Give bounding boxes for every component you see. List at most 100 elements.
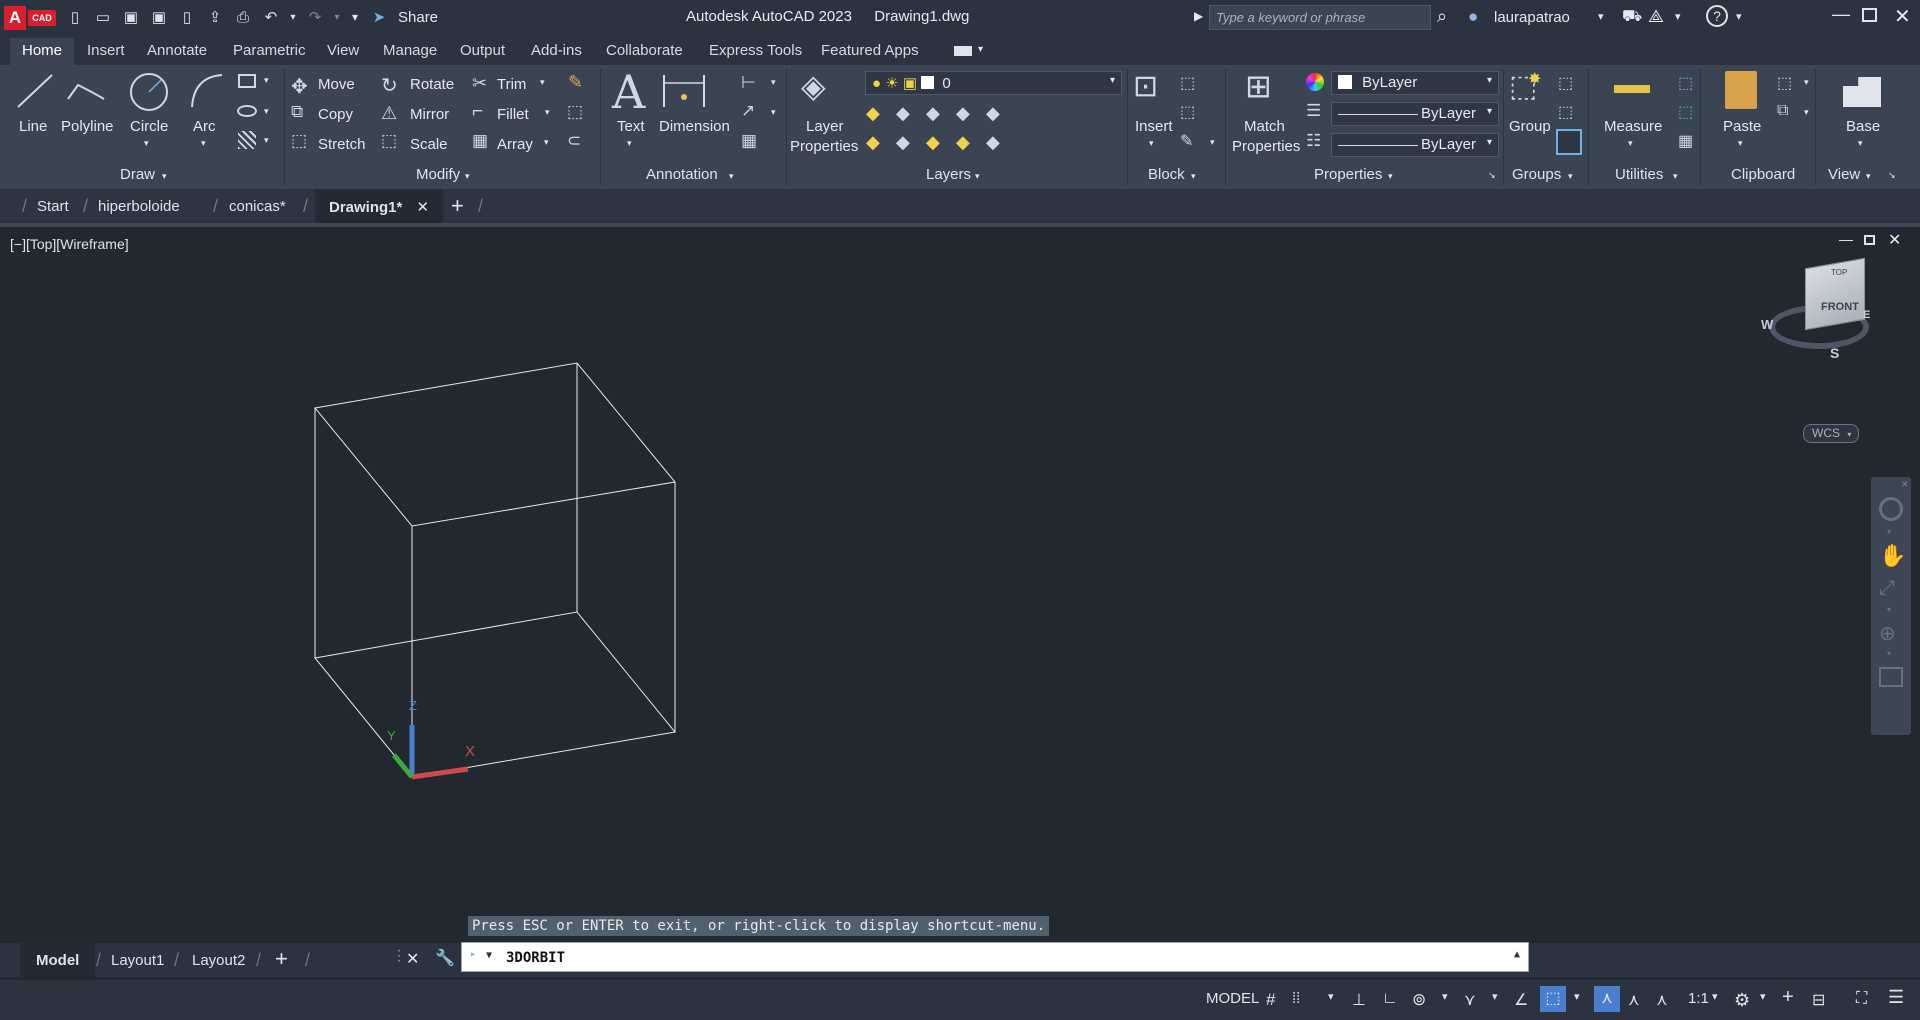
file-tab-start[interactable]: Start xyxy=(37,198,69,215)
navbar-close-icon[interactable]: ✕ xyxy=(1901,479,1909,490)
layout-tab-layout2[interactable]: Layout2 xyxy=(192,952,245,969)
ribbon-options-icon[interactable]: ▾ xyxy=(978,44,983,55)
text-button[interactable]: Text xyxy=(617,118,645,135)
tab-home[interactable]: Home xyxy=(10,38,75,65)
tab-collaborate[interactable]: Collaborate xyxy=(606,42,683,59)
block-panel-expand-icon[interactable]: ▾ xyxy=(1191,171,1196,182)
redo-dropdown-icon[interactable]: ▾ xyxy=(332,6,342,28)
command-close-icon[interactable]: ✕ xyxy=(406,949,419,969)
app-dropdown-icon[interactable]: ▾ xyxy=(1675,10,1681,23)
user-dropdown-icon[interactable]: ▾ xyxy=(1598,10,1604,23)
redo-icon[interactable]: ↷ xyxy=(304,6,326,28)
help-icon[interactable]: ? xyxy=(1706,5,1728,27)
customize-qat-icon[interactable]: ▾ xyxy=(348,6,362,28)
search-expand-icon[interactable]: ▶ xyxy=(1194,9,1203,23)
annotation-monitor-icon[interactable]: + xyxy=(1782,986,1794,1009)
properties-panel-expand-icon[interactable]: ▾ xyxy=(1388,171,1393,182)
layer-properties-label-1[interactable]: Layer xyxy=(806,118,844,135)
recent-commands-icon[interactable]: ▼ xyxy=(486,950,492,961)
rotate-button[interactable]: Rotate xyxy=(410,76,454,93)
modify-panel-expand-icon[interactable]: ▾ xyxy=(465,171,470,182)
user-icon[interactable]: ● xyxy=(1468,7,1478,27)
rectangle-dropdown-icon[interactable]: ▾ xyxy=(264,75,269,86)
base-button[interactable]: Base xyxy=(1846,118,1880,135)
layout-tab-layout1[interactable]: Layout1 xyxy=(111,952,164,969)
file-tab-hiperboloide[interactable]: hiperboloide xyxy=(98,198,180,215)
trim-button[interactable]: Trim xyxy=(497,76,526,93)
isodraft-icon[interactable]: ⋎ xyxy=(1464,990,1476,1010)
object-snap-icon[interactable]: ⬚ xyxy=(1540,986,1566,1012)
save-web-icon[interactable]: ⇪ xyxy=(204,6,226,28)
workspace-dropdown-icon[interactable]: ▾ xyxy=(1760,990,1766,1003)
search-icon[interactable]: ⌕ xyxy=(1437,6,1447,27)
app-logo[interactable]: A CAD xyxy=(4,6,56,30)
edit-attributes-dropdown-icon[interactable]: ▾ xyxy=(1210,137,1215,148)
copy-clip-dropdown-icon[interactable]: ▾ xyxy=(1804,107,1809,118)
linear-dim-icon[interactable]: ⊢ xyxy=(741,73,756,93)
trim-dropdown-icon[interactable]: ▾ xyxy=(540,77,545,88)
lineweight-icon[interactable]: ☰ xyxy=(1306,101,1321,121)
drawing-viewport[interactable]: [−][Top][Wireframe] — ✕ Z X Y TOP FRONT … xyxy=(0,223,1920,943)
color-wheel-icon[interactable] xyxy=(1306,73,1324,91)
layer-tool-4-icon[interactable]: ◆ xyxy=(956,103,970,124)
open-web-icon[interactable]: ▯ xyxy=(176,6,198,28)
autodesk-app-icon[interactable]: ⟁ xyxy=(1648,6,1664,27)
quick-select-icon[interactable]: ⬚ xyxy=(1678,102,1693,122)
units-icon[interactable]: ⊟ xyxy=(1812,990,1825,1010)
array-button[interactable]: Array xyxy=(497,136,533,153)
snap-dropdown-icon[interactable]: ▾ xyxy=(1328,990,1334,1003)
measure-dropdown-icon[interactable]: ▾ xyxy=(1628,138,1633,149)
cart-icon[interactable]: ⛟ xyxy=(1622,7,1642,27)
properties-dialog-launcher-icon[interactable]: ↘ xyxy=(1488,170,1496,181)
steering-wheel-icon[interactable] xyxy=(1879,497,1903,521)
steering-dropdown-icon[interactable]: ▾ xyxy=(1887,527,1891,536)
wireframe-box[interactable] xyxy=(0,227,1920,943)
showmotion-icon[interactable] xyxy=(1879,667,1903,687)
linear-dim-dropdown-icon[interactable]: ▾ xyxy=(771,77,776,88)
annotation-scale-icon[interactable]: ⋏ xyxy=(1656,990,1668,1010)
layers-panel-title[interactable]: Layers xyxy=(926,166,971,183)
layer-tool-5-icon[interactable]: ◆ xyxy=(986,103,1000,124)
match-properties-label-2[interactable]: Properties xyxy=(1232,138,1300,155)
view-panel-expand-icon[interactable]: ▾ xyxy=(1866,171,1871,182)
undo-icon[interactable]: ↶ xyxy=(260,6,282,28)
layer-tool-1-icon[interactable]: ◆ xyxy=(866,103,880,124)
hatch-icon[interactable] xyxy=(238,131,256,149)
orbit-dropdown-icon[interactable]: ▾ xyxy=(1887,649,1891,658)
paste-button[interactable]: Paste xyxy=(1723,118,1761,135)
layer-tool-2-icon[interactable]: ◆ xyxy=(896,103,910,124)
leader-icon[interactable]: ↗ xyxy=(741,101,755,121)
command-line[interactable]: ▸ ▼ 3DORBIT ▲ xyxy=(461,942,1529,972)
ellipse-icon[interactable] xyxy=(237,105,257,117)
layer-dropdown[interactable]: ● ☀ ▣ 0 ▾ xyxy=(865,71,1122,95)
move-button[interactable]: Move xyxy=(318,76,355,93)
tab-annotate[interactable]: Annotate xyxy=(147,42,207,59)
groups-panel-expand-icon[interactable]: ▾ xyxy=(1568,171,1573,182)
model-space-button[interactable]: MODEL xyxy=(1206,990,1259,1007)
annotation-visibility-icon[interactable]: ⋏ xyxy=(1594,986,1620,1012)
arc-button[interactable]: Arc xyxy=(193,118,216,135)
viewcube-east-label[interactable]: E xyxy=(1863,309,1870,321)
tab-add-ins[interactable]: Add-ins xyxy=(531,42,582,59)
layer-properties-label-2[interactable]: Properties xyxy=(790,138,858,155)
pan-icon[interactable]: ✋ xyxy=(1879,543,1906,569)
minimize-icon[interactable]: — xyxy=(1832,4,1850,25)
array-dropdown-icon[interactable]: ▾ xyxy=(544,137,549,148)
new-tab-icon[interactable]: + xyxy=(451,193,464,219)
view-panel-title[interactable]: View xyxy=(1828,166,1860,183)
groups-panel-title[interactable]: Groups xyxy=(1512,166,1561,183)
table-icon[interactable]: ▦ xyxy=(741,131,757,151)
tab-insert[interactable]: Insert xyxy=(87,42,125,59)
annotation-panel-expand-icon[interactable]: ▾ xyxy=(729,171,734,182)
lineweight-dropdown[interactable]: ByLayer ▾ xyxy=(1331,102,1499,126)
utilities-panel-title[interactable]: Utilities xyxy=(1615,166,1663,183)
layer-tool-6-icon[interactable]: ◆ xyxy=(866,132,880,153)
ribbon-minimize-icon[interactable] xyxy=(954,46,972,56)
clipboard-panel-title[interactable]: Clipboard xyxy=(1731,166,1795,183)
hatch-dropdown-icon[interactable]: ▾ xyxy=(264,135,269,146)
command-customize-icon[interactable]: 🔧 xyxy=(435,948,455,968)
group-button[interactable]: Group xyxy=(1509,118,1551,135)
file-tab-drawing1[interactable]: Drawing1* ✕ xyxy=(315,189,444,223)
ellipse-dropdown-icon[interactable]: ▾ xyxy=(264,106,269,117)
edit-attributes-icon[interactable]: ✎ xyxy=(1180,131,1193,151)
